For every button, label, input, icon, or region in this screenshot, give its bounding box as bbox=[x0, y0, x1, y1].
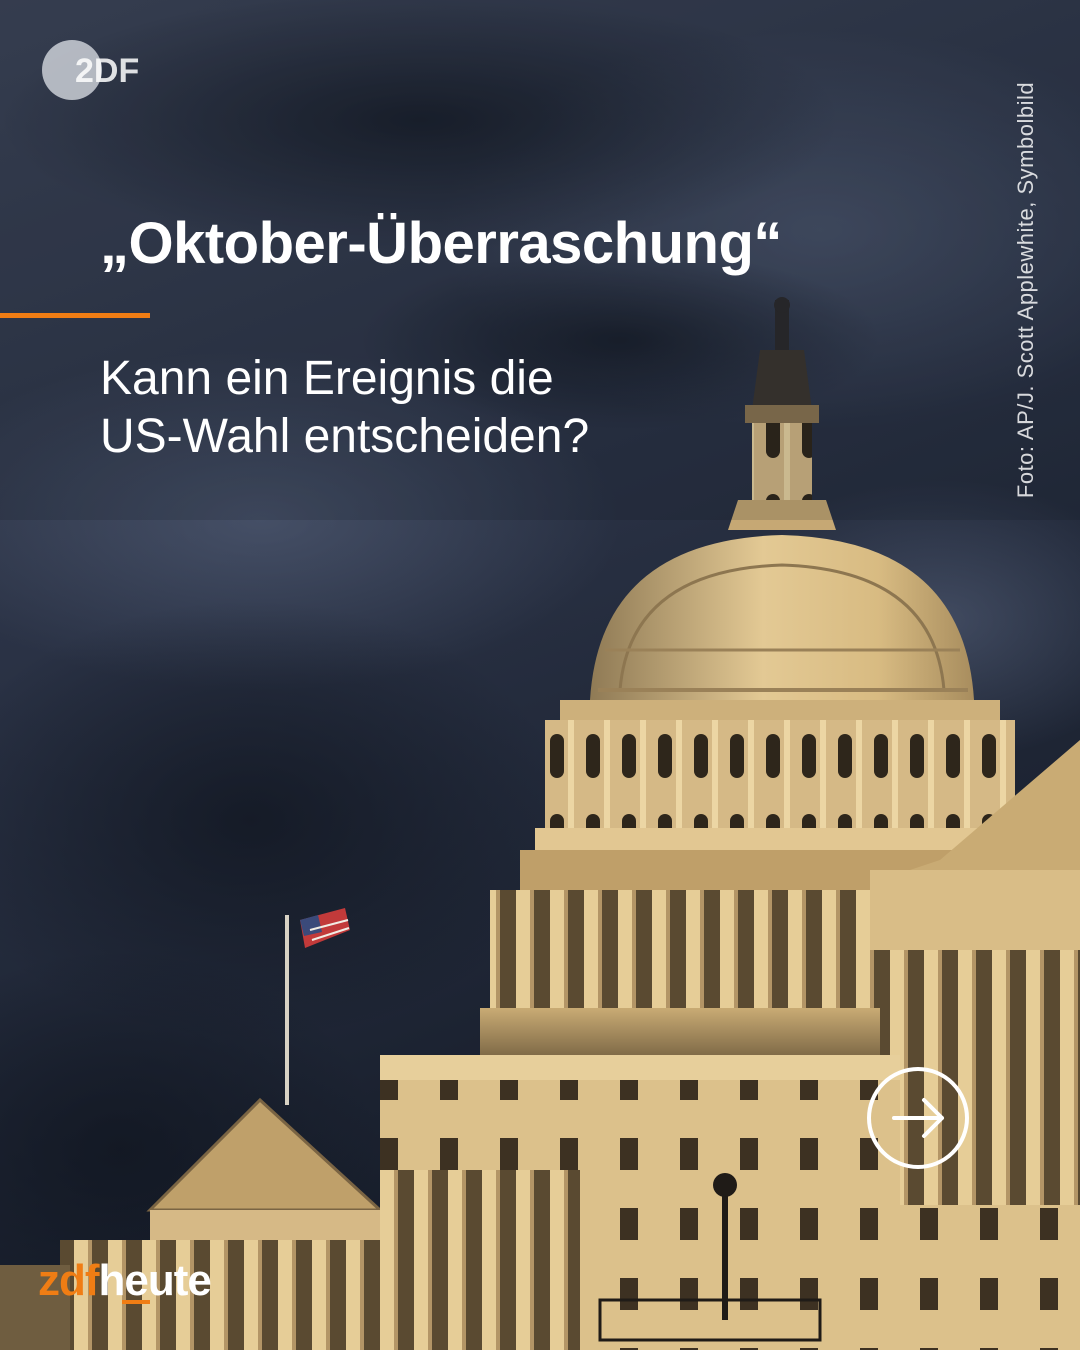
next-slide-button[interactable] bbox=[866, 1066, 970, 1170]
headline: „Oktober-Überraschung“ bbox=[100, 211, 782, 276]
brand-heute: heute bbox=[98, 1256, 212, 1305]
accent-divider bbox=[0, 313, 150, 318]
brand-zdf: zdf bbox=[38, 1256, 100, 1305]
zdfheute-brand: zdfheute bbox=[38, 1256, 212, 1306]
subline-line-1: Kann ein Ereignis die bbox=[100, 352, 554, 405]
zdf-logo-text: 2DF bbox=[75, 52, 139, 90]
photo-credit-text: Foto: AP/J. Scott Applewhite, Symbolbild bbox=[1013, 81, 1038, 499]
zdf-logo: 2DF bbox=[42, 40, 139, 100]
subline: Kann ein Ereignis die US-Wahl entscheide… bbox=[100, 350, 800, 465]
subline-line-2: US-Wahl entscheiden? bbox=[100, 409, 590, 463]
brand-underline bbox=[122, 1300, 150, 1304]
arrow-right-circle-icon bbox=[867, 1067, 969, 1169]
